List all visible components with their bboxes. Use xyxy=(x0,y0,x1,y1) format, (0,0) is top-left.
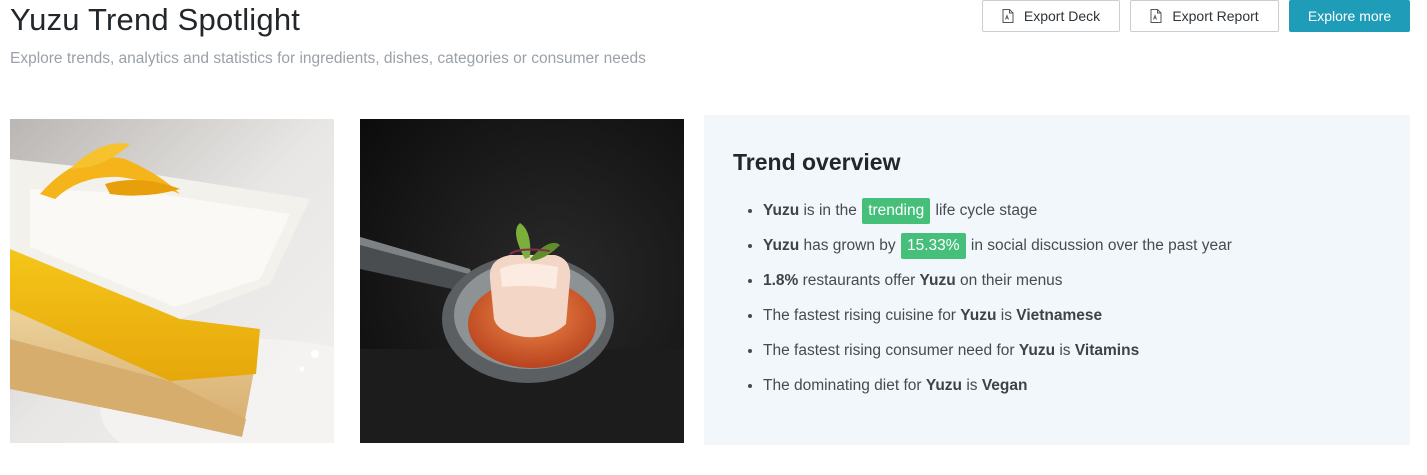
fact-text: restaurants offer xyxy=(798,272,920,289)
export-deck-button[interactable]: Export Deck xyxy=(982,0,1120,32)
export-report-label: Export Report xyxy=(1172,8,1259,24)
fact-text: The dominating diet for xyxy=(763,377,926,394)
fact-emphasis: Yuzu xyxy=(919,272,956,289)
yuzu-canape-spoon-photo xyxy=(360,119,684,443)
explore-more-label: Explore more xyxy=(1307,8,1392,24)
fact-text: on their menus xyxy=(955,272,1063,289)
trend-fact-item: 1.8% restaurants offer Yuzu on their men… xyxy=(748,268,1232,303)
document-icon xyxy=(1150,9,1162,23)
trend-fact-item: The fastest rising cuisine for Yuzu is V… xyxy=(748,303,1232,338)
fact-emphasis: Yuzu xyxy=(1018,342,1056,359)
fact-text: is in the xyxy=(799,202,862,219)
trend-overview-panel: Trend overview Yuzu is in the trending l… xyxy=(704,115,1410,445)
export-deck-label: Export Deck xyxy=(1023,8,1101,24)
fact-emphasis: Vitamins xyxy=(1074,342,1140,359)
document-icon xyxy=(1002,9,1014,23)
trend-overview-title: Trend overview xyxy=(733,149,901,175)
fact-emphasis: Yuzu xyxy=(960,307,997,324)
yuzu-bar-dessert-photo xyxy=(10,119,334,443)
fact-text: has grown by xyxy=(799,237,900,254)
explore-more-button[interactable]: Explore more xyxy=(1289,0,1410,32)
trend-fact-item: The dominating diet for Yuzu is Vegan xyxy=(748,373,1232,408)
trend-facts-list: Yuzu is in the trending life cycle stage… xyxy=(748,198,1232,408)
fact-text: in social discussion over the past year xyxy=(966,237,1232,254)
fact-emphasis: Yuzu xyxy=(925,377,963,394)
fact-text: The fastest rising cuisine for xyxy=(763,307,961,324)
export-report-button[interactable]: Export Report xyxy=(1130,0,1279,32)
fact-emphasis: Vegan xyxy=(981,377,1028,394)
fact-text: is xyxy=(996,307,1017,324)
fact-emphasis: Vietnamese xyxy=(1016,307,1103,324)
trend-fact-item: Yuzu has grown by 15.33% in social discu… xyxy=(748,233,1232,268)
page-subtitle: Explore trends, analytics and statistics… xyxy=(10,50,646,67)
fact-emphasis: 1.8% xyxy=(763,272,799,289)
page-title: Yuzu Trend Spotlight xyxy=(10,2,301,37)
fact-highlight-badge: 15.33% xyxy=(900,233,966,259)
fact-text: is xyxy=(962,377,982,394)
fact-emphasis: Yuzu xyxy=(763,237,800,254)
trend-fact-item: The fastest rising consumer need for Yuz… xyxy=(748,338,1232,373)
fact-highlight-badge: trending xyxy=(862,198,931,224)
trend-fact-item: Yuzu is in the trending life cycle stage xyxy=(748,198,1232,233)
fact-emphasis: Yuzu xyxy=(763,202,800,219)
fact-text: life cycle stage xyxy=(931,202,1038,219)
fact-text: is xyxy=(1055,342,1075,359)
fact-text: The fastest rising consumer need for xyxy=(763,342,1019,359)
